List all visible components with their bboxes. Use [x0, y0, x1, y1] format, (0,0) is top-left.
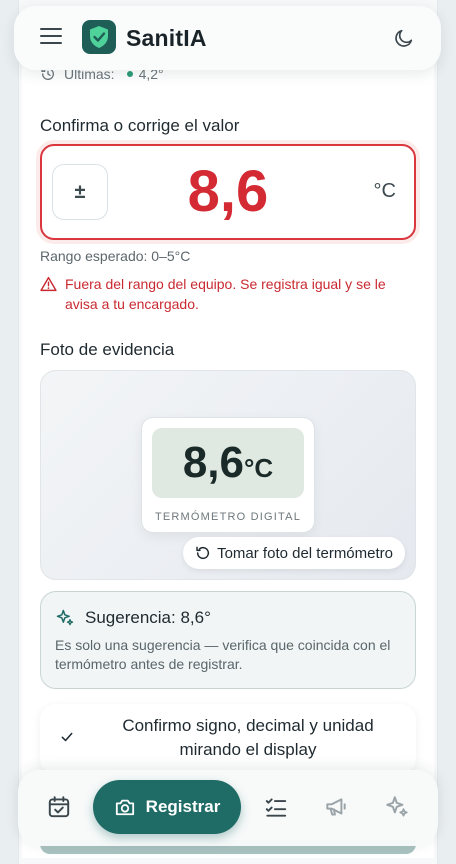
warning-icon	[40, 276, 57, 292]
thermometer-preview: 8,6°C TERMÓMETRO DIGITAL	[141, 417, 315, 533]
retake-icon	[196, 546, 210, 560]
thermometer-caption: TERMÓMETRO DIGITAL	[154, 511, 302, 523]
temperature-value[interactable]: 8,6	[42, 158, 414, 225]
calendar-check-icon[interactable]	[46, 794, 72, 820]
camera-icon	[115, 799, 134, 816]
thermometer-display: 8,6°C	[152, 428, 304, 498]
suggestion-title: Sugerencia: 8,6°	[85, 608, 211, 627]
thermometer-value: 8,6	[182, 438, 244, 487]
shield-check-icon	[82, 20, 116, 54]
suggestion-note: Es solo una sugerencia — verifica que co…	[55, 637, 391, 672]
status-dot	[126, 71, 133, 77]
temperature-input[interactable]: ± 8,6 °C	[40, 144, 416, 240]
warning-text: Fuera del rango del equipo. Se registra …	[65, 276, 386, 312]
expected-range: Rango esperado: 0–5°C	[40, 248, 191, 264]
bottom-nav: Registrar	[18, 770, 438, 846]
megaphone-icon[interactable]	[323, 794, 349, 820]
sparkles-icon	[56, 609, 74, 626]
suggestion-card: Sugerencia: 8,6° Es solo una sugerencia …	[40, 591, 416, 689]
app-title: SanitIA	[126, 25, 207, 51]
photo-section-label: Foto de evidencia	[40, 340, 175, 359]
confirm-value-label: Confirma o corrige el valor	[40, 116, 240, 135]
photo-evidence-card: 8,6°C TERMÓMETRO DIGITAL Tomar foto del …	[40, 370, 416, 580]
register-label: Registrar	[145, 797, 221, 816]
take-photo-button[interactable]: Tomar foto del termómetro	[183, 537, 405, 569]
register-button[interactable]: Registrar	[93, 780, 241, 834]
moon-icon[interactable]	[393, 27, 415, 49]
confirm-text: Confirmo signo, decimal y unidad mirando…	[122, 716, 374, 759]
checklist-icon[interactable]	[263, 794, 289, 820]
sparkles-nav-icon[interactable]	[384, 794, 410, 820]
confirm-checkbox[interactable]: Confirmo signo, decimal y unidad mirando…	[40, 704, 416, 774]
main-content: Últimas: 4,2° Confirma o corrige el valo…	[22, 58, 434, 858]
out-of-range-warning: Fuera del rango del equipo. Se registra …	[40, 274, 420, 314]
unit-label: °C	[373, 180, 396, 202]
thermometer-unit: °C	[243, 453, 274, 483]
take-photo-label: Tomar foto del termómetro	[217, 544, 393, 562]
menu-icon[interactable]	[40, 28, 62, 46]
top-bar: SanitIA	[14, 6, 441, 70]
check-icon	[61, 732, 73, 742]
